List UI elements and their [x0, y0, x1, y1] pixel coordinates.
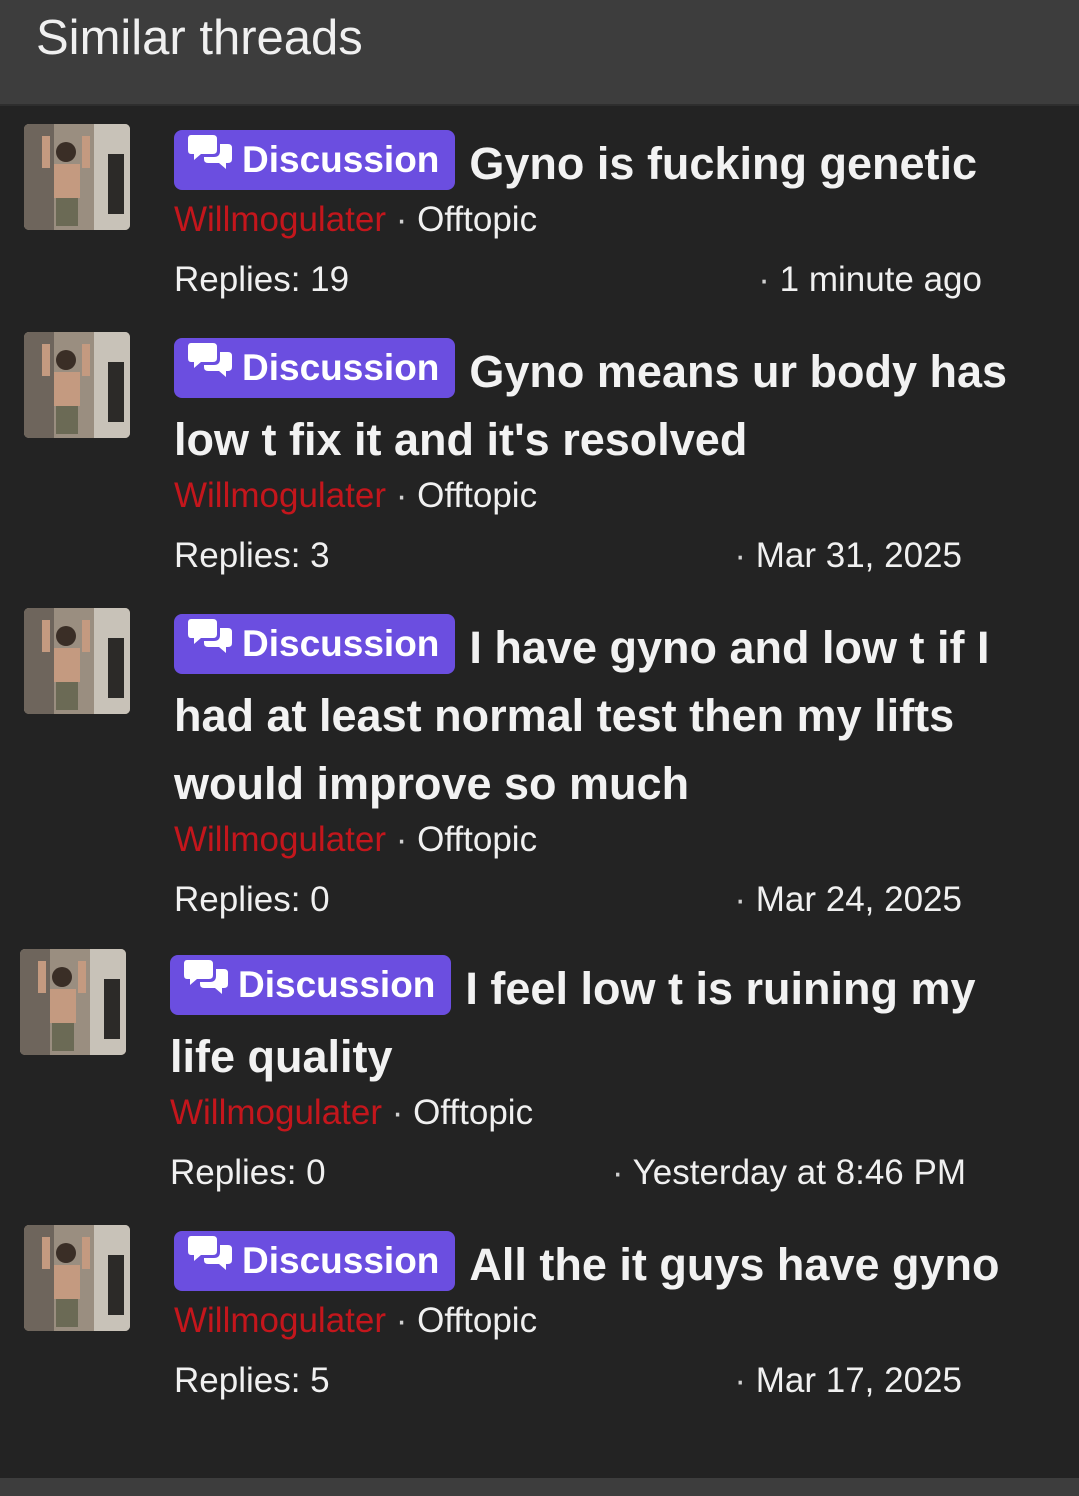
thread-meta: Willmogulater · Offtopic: [174, 474, 1034, 518]
reply-count: Replies: 19: [174, 260, 350, 299]
thread-title-line[interactable]: Discussion I have gyno and low t if I had…: [174, 614, 1034, 818]
thread-title[interactable]: Gyno is fucking genetic: [469, 138, 977, 189]
thread-title[interactable]: All the it guys have gyno: [469, 1239, 999, 1290]
thread-forum[interactable]: Offtopic: [417, 476, 537, 515]
thread-item[interactable]: Discussion Gyno is fucking genetic Willmo…: [0, 122, 1079, 312]
thread-item[interactable]: Discussion All the it guys have gyno Will…: [0, 1223, 1079, 1413]
separator-dot: ·: [382, 1093, 414, 1132]
thread-item[interactable]: Discussion I feel low t is ruining my lif…: [0, 947, 1079, 1207]
chat-bubbles-icon: [188, 613, 232, 673]
thread-forum[interactable]: Offtopic: [417, 1301, 537, 1340]
reply-count: Replies: 0: [174, 880, 330, 919]
badge-label: Discussion: [242, 623, 440, 664]
avatar-photo: [20, 949, 126, 1055]
thread-stats: Replies: 19 · 1 minute ago: [174, 258, 982, 302]
avatar[interactable]: [24, 332, 130, 438]
section-title: Similar threads: [36, 11, 363, 65]
thread-title-line[interactable]: Discussion Gyno means ur body has low t f…: [174, 338, 1034, 474]
badge-label: Discussion: [238, 964, 436, 1005]
separator-dot: ·: [386, 820, 418, 859]
thread-title-line[interactable]: Discussion I feel low t is ruining my lif…: [170, 955, 1030, 1091]
discussion-badge[interactable]: Discussion: [174, 129, 456, 190]
thread-title-line[interactable]: Discussion Gyno is fucking genetic: [174, 130, 1034, 198]
thread-date[interactable]: Yesterday at 8:46 PM: [633, 1153, 966, 1192]
thread-title-line[interactable]: Discussion All the it guys have gyno: [174, 1231, 1034, 1299]
avatar-photo: [24, 1225, 130, 1331]
separator-dot: ·: [611, 1153, 633, 1192]
separator-dot: ·: [386, 476, 418, 515]
avatar[interactable]: [24, 608, 130, 714]
badge-label: Discussion: [242, 1240, 440, 1281]
separator-dot: ·: [386, 200, 418, 239]
thread-forum[interactable]: Offtopic: [413, 1093, 533, 1132]
thread-stats: Replies: 3 · Mar 31, 2025: [174, 534, 962, 578]
avatar-photo: [24, 608, 130, 714]
reply-count: Replies: 0: [170, 1153, 326, 1192]
avatar[interactable]: [20, 949, 126, 1055]
discussion-badge[interactable]: Discussion: [174, 1230, 456, 1291]
chat-bubbles-icon: [188, 1230, 232, 1290]
thread-meta: Willmogulater · Offtopic: [170, 1091, 1030, 1135]
thread-stats: Replies: 5 · Mar 17, 2025: [174, 1359, 962, 1403]
thread-stats: Replies: 0 · Yesterday at 8:46 PM: [170, 1151, 966, 1195]
discussion-badge[interactable]: Discussion: [170, 954, 452, 1015]
badge-label: Discussion: [242, 139, 440, 180]
separator-dot: ·: [734, 536, 756, 575]
thread-forum[interactable]: Offtopic: [417, 200, 537, 239]
thread-date-wrap: · Mar 31, 2025: [734, 534, 962, 578]
thread-meta: Willmogulater · Offtopic: [174, 818, 1034, 862]
chat-bubbles-icon: [188, 129, 232, 189]
thread-forum[interactable]: Offtopic: [417, 820, 537, 859]
footer-bar: [0, 1478, 1079, 1496]
thread-author[interactable]: Willmogulater: [174, 200, 386, 239]
chat-bubbles-icon: [188, 337, 232, 397]
thread-date-wrap: · Yesterday at 8:46 PM: [612, 1151, 966, 1195]
thread-item[interactable]: Discussion Gyno means ur body has low t f…: [0, 330, 1079, 590]
separator-dot: ·: [734, 1361, 756, 1400]
reply-count: Replies: 3: [174, 536, 330, 575]
thread-date-wrap: · Mar 24, 2025: [734, 878, 962, 922]
separator-dot: ·: [734, 880, 756, 919]
thread-date[interactable]: 1 minute ago: [780, 260, 982, 299]
chat-bubbles-icon: [184, 954, 228, 1014]
thread-author[interactable]: Willmogulater: [174, 1301, 386, 1340]
thread-stats: Replies: 0 · Mar 24, 2025: [174, 878, 962, 922]
thread-meta: Willmogulater · Offtopic: [174, 198, 1034, 242]
avatar[interactable]: [24, 124, 130, 230]
thread-meta: Willmogulater · Offtopic: [174, 1299, 1034, 1343]
thread-item[interactable]: Discussion I have gyno and low t if I had…: [0, 606, 1079, 926]
reply-count: Replies: 5: [174, 1361, 330, 1400]
similar-threads-header: Similar threads: [0, 0, 1079, 106]
avatar-photo: [24, 124, 130, 230]
thread-date-wrap: · Mar 17, 2025: [734, 1359, 962, 1403]
badge-label: Discussion: [242, 347, 440, 388]
avatar-photo: [24, 332, 130, 438]
discussion-badge[interactable]: Discussion: [174, 337, 456, 398]
thread-author[interactable]: Willmogulater: [174, 476, 386, 515]
discussion-badge[interactable]: Discussion: [174, 613, 456, 674]
thread-author[interactable]: Willmogulater: [174, 820, 386, 859]
avatar[interactable]: [24, 1225, 130, 1331]
thread-date[interactable]: Mar 31, 2025: [756, 536, 962, 575]
separator-dot: ·: [386, 1301, 418, 1340]
thread-date[interactable]: Mar 24, 2025: [756, 880, 962, 919]
thread-author[interactable]: Willmogulater: [170, 1093, 382, 1132]
thread-date-wrap: · 1 minute ago: [758, 258, 982, 302]
thread-date[interactable]: Mar 17, 2025: [756, 1361, 962, 1400]
separator-dot: ·: [758, 260, 780, 299]
